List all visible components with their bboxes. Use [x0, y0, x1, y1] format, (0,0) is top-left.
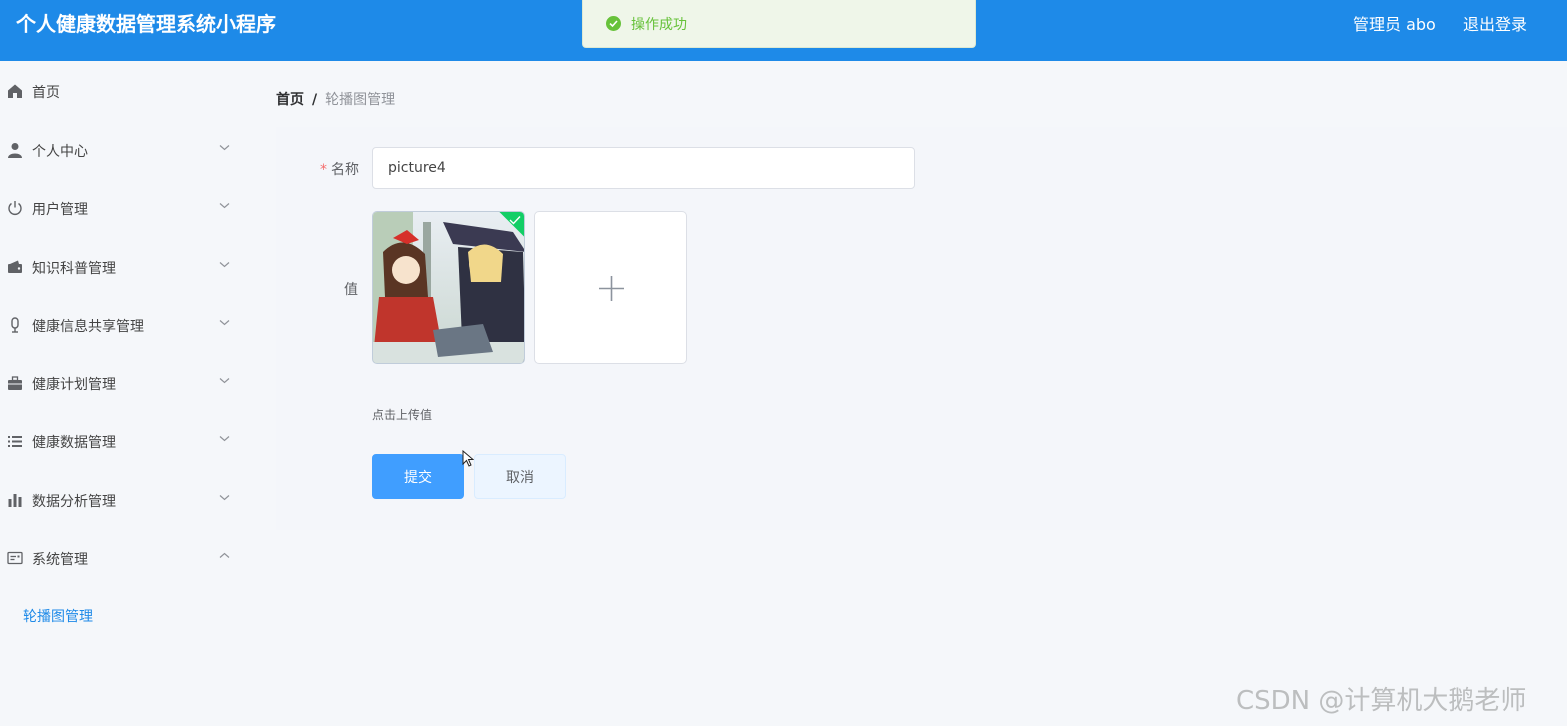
- submit-button[interactable]: 提交: [372, 454, 464, 499]
- sidebar-item-label: 知识科普管理: [32, 261, 116, 277]
- name-input[interactable]: [372, 147, 915, 189]
- sidebar-item-label: 系统管理: [32, 552, 88, 568]
- breadcrumb-separator: /: [312, 92, 318, 108]
- chevron-down-icon: [219, 320, 230, 326]
- uploaded-image: [373, 212, 524, 363]
- image-upload-button[interactable]: [534, 211, 687, 364]
- list-icon: [8, 436, 22, 447]
- required-mark: *: [320, 162, 327, 178]
- main-content: 首页 / 轮播图管理 *名称 值: [250, 61, 1567, 726]
- upload-hint-text: 点击上传值: [372, 408, 433, 422]
- cancel-button[interactable]: 取消: [474, 454, 566, 499]
- breadcrumb-home[interactable]: 首页: [276, 92, 304, 108]
- sidebar-item-label: 数据分析管理: [32, 494, 116, 510]
- sidebar-item-personal-center[interactable]: 个人中心: [0, 130, 250, 170]
- carousel-edit-form: *名称 值: [276, 127, 1567, 530]
- chevron-down-icon: [219, 262, 230, 268]
- sidebar-item-health-plan[interactable]: 健康计划管理: [0, 363, 250, 403]
- sidebar-item-label: 首页: [32, 85, 60, 101]
- chevron-down-icon: [219, 436, 230, 442]
- chevron-down-icon: [219, 378, 230, 384]
- current-user-label: 管理员 abo: [1353, 15, 1436, 34]
- uploaded-image-thumbnail[interactable]: [372, 211, 525, 364]
- check-circle-icon: [606, 16, 621, 31]
- logout-link[interactable]: 退出登录: [1463, 11, 1527, 35]
- name-field-label: * 名称: [320, 159, 359, 179]
- user-icon: [8, 143, 22, 158]
- chevron-down-icon: [219, 203, 230, 209]
- sidebar-subitem-label: 轮播图管理: [23, 609, 93, 625]
- sidebar-item-label: 个人中心: [32, 144, 88, 160]
- sidebar-item-knowledge[interactable]: 知识科普管理: [0, 247, 250, 287]
- sidebar-item-health-info-sharing[interactable]: 健康信息共享管理: [0, 305, 250, 345]
- app-title: 个人健康数据管理系统小程序: [16, 12, 276, 36]
- toast-message: 操作成功: [631, 17, 687, 33]
- sidebar-item-label: 健康数据管理: [32, 435, 116, 451]
- breadcrumb-current: 轮播图管理: [325, 92, 396, 108]
- sidebar-item-label: 健康信息共享管理: [32, 319, 144, 335]
- sidebar-menu: 首页 个人中心 用户管理 知识科普管理 健康信息共享管理 健康计划管理 健康数据…: [0, 61, 250, 726]
- sidebar-subitem-carousel-management[interactable]: 轮播图管理: [0, 597, 250, 633]
- chevron-down-icon: [219, 145, 230, 151]
- success-toast: 操作成功: [582, 0, 976, 48]
- id-card-icon: [7, 551, 23, 565]
- wallet-icon: [8, 260, 22, 273]
- sidebar-item-data-analysis[interactable]: 数据分析管理: [0, 480, 250, 520]
- sidebar-item-label: 用户管理: [32, 202, 88, 218]
- microphone-icon: [11, 317, 19, 333]
- sidebar-item-label: 健康计划管理: [32, 377, 116, 393]
- value-field-label: 值: [344, 282, 358, 298]
- sidebar-item-system-management[interactable]: 系统管理: [0, 538, 250, 578]
- bar-chart-icon: [8, 494, 22, 507]
- check-icon: [509, 216, 521, 225]
- chevron-up-icon: [219, 552, 230, 558]
- plus-icon: [599, 276, 624, 301]
- name-label-text: 名称: [331, 162, 359, 178]
- power-icon: [8, 201, 22, 215]
- home-icon: [8, 84, 22, 98]
- briefcase-icon: [8, 376, 22, 390]
- chevron-down-icon: [219, 495, 230, 501]
- mouse-cursor-icon: [462, 450, 474, 467]
- sidebar-item-user-management[interactable]: 用户管理: [0, 188, 250, 228]
- breadcrumb: 首页 / 轮播图管理: [276, 89, 395, 109]
- sidebar-item-health-data[interactable]: 健康数据管理: [0, 421, 250, 461]
- watermark: CSDN @计算机大鹅老师: [1236, 686, 1527, 716]
- sidebar-item-home[interactable]: 首页: [0, 71, 250, 111]
